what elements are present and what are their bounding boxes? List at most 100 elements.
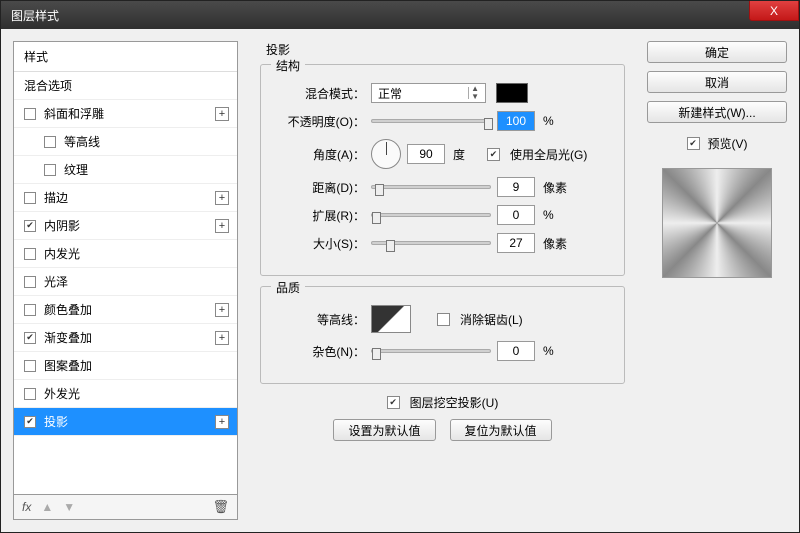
blend-mode-row: 混合模式： 正常 ▲▼ (275, 83, 610, 103)
style-list-column: 样式 混合选项 斜面和浮雕+等高线纹理描边+内阴影+内发光光泽颜色叠加+渐变叠加… (13, 41, 238, 520)
style-checkbox[interactable] (24, 108, 36, 120)
add-effect-icon[interactable]: + (215, 191, 229, 205)
fx-label[interactable]: fx (22, 500, 31, 514)
style-checkbox[interactable] (24, 360, 36, 372)
preview-swatch (662, 168, 772, 278)
preview-checkbox[interactable] (687, 137, 700, 150)
spread-slider[interactable] (371, 213, 491, 217)
action-column: 确定 取消 新建样式(W)... 预览(V) (647, 41, 787, 520)
style-item-label: 等高线 (64, 133, 100, 150)
size-input[interactable]: 27 (497, 233, 535, 253)
opacity-slider[interactable] (371, 119, 491, 123)
size-row: 大小(S)： 27 像素 (275, 233, 610, 253)
antialias-label: 消除锯齿(L) (460, 311, 523, 328)
style-checkbox[interactable] (24, 248, 36, 260)
style-item[interactable]: 等高线 (14, 128, 237, 156)
style-checkbox[interactable] (24, 304, 36, 316)
spread-input[interactable]: 0 (497, 205, 535, 225)
style-item-label: 光泽 (44, 273, 68, 290)
global-light-label: 使用全局光(G) (510, 146, 587, 163)
style-checkbox[interactable] (24, 332, 36, 344)
preview-toggle-row: 预览(V) (647, 135, 787, 152)
quality-legend: 品质 (271, 279, 305, 296)
noise-row: 杂色(N)： 0 % (275, 341, 610, 361)
opacity-label: 不透明度(O)： (275, 113, 365, 130)
opacity-unit: % (543, 114, 554, 128)
contour-picker[interactable] (371, 305, 411, 333)
angle-unit: 度 (453, 146, 465, 163)
global-light-checkbox[interactable] (487, 148, 500, 161)
blend-mode-select[interactable]: 正常 ▲▼ (371, 83, 486, 103)
antialias-checkbox[interactable] (437, 313, 450, 326)
knockout-checkbox[interactable] (387, 396, 400, 409)
distance-input[interactable]: 9 (497, 177, 535, 197)
style-item-label: 外发光 (44, 385, 80, 402)
arrow-up-icon[interactable]: ▲ (41, 500, 53, 514)
style-item-label: 颜色叠加 (44, 301, 92, 318)
style-item[interactable]: 内发光 (14, 240, 237, 268)
preview-label: 预览(V) (708, 135, 748, 152)
style-checkbox[interactable] (24, 192, 36, 204)
style-item-label: 内发光 (44, 245, 80, 262)
new-style-button[interactable]: 新建样式(W)... (647, 101, 787, 123)
style-item[interactable]: 内阴影 + (14, 212, 237, 240)
style-item[interactable]: 渐变叠加+ (14, 324, 237, 352)
shadow-color-swatch[interactable] (496, 83, 528, 103)
style-item[interactable]: 图案叠加 (14, 352, 237, 380)
blend-mode-value: 正常 (378, 85, 402, 102)
add-effect-icon[interactable]: + (215, 107, 229, 121)
titlebar[interactable]: 图层样式 X (1, 1, 799, 29)
spread-unit: % (543, 208, 554, 222)
style-item[interactable]: 颜色叠加 + (14, 296, 237, 324)
style-item[interactable]: 光泽 (14, 268, 237, 296)
noise-slider[interactable] (371, 349, 491, 353)
style-item-label: 斜面和浮雕 (44, 105, 104, 122)
blend-mode-label: 混合模式： (275, 85, 365, 102)
structure-group: 结构 混合模式： 正常 ▲▼ 不透明度(O)： 100 % 角度(A (260, 64, 625, 276)
add-effect-icon[interactable]: + (215, 219, 229, 233)
style-item[interactable]: 投影 + (14, 408, 237, 436)
distance-label: 距离(D)： (275, 179, 365, 196)
settings-column: 投影 结构 混合模式： 正常 ▲▼ 不透明度(O)： 100 % (250, 41, 635, 520)
arrow-down-icon[interactable]: ▼ (63, 500, 75, 514)
opacity-input[interactable]: 100 (497, 111, 535, 131)
style-item[interactable]: 描边+ (14, 184, 237, 212)
trash-icon[interactable]: 🗑 (212, 499, 229, 515)
distance-slider[interactable] (371, 185, 491, 189)
close-icon: X (770, 4, 778, 18)
style-item-label: 图案叠加 (44, 357, 92, 374)
style-item-label: 内阴影 (44, 217, 80, 234)
style-checkbox[interactable] (24, 220, 36, 232)
add-effect-icon[interactable]: + (215, 303, 229, 317)
add-effect-icon[interactable]: + (215, 415, 229, 429)
add-effect-icon[interactable]: + (215, 331, 229, 345)
reset-default-button[interactable]: 复位为默认值 (450, 419, 552, 441)
style-item-label: 投影 (44, 413, 68, 430)
ok-button[interactable]: 确定 (647, 41, 787, 63)
style-checkbox[interactable] (24, 388, 36, 400)
angle-dial[interactable] (371, 139, 401, 169)
style-list: 样式 混合选项 斜面和浮雕+等高线纹理描边+内阴影+内发光光泽颜色叠加+渐变叠加… (13, 41, 238, 494)
style-checkbox[interactable] (44, 136, 56, 148)
size-slider[interactable] (371, 241, 491, 245)
style-list-header[interactable]: 样式 (14, 42, 237, 72)
size-label: 大小(S)： (275, 235, 365, 252)
layer-style-dialog: 图层样式 X 样式 混合选项 斜面和浮雕 + 等高线纹理描边+ 内阴影 + 内发光光泽颜色… (0, 0, 800, 533)
panel-title: 投影 (260, 41, 625, 58)
close-button[interactable]: X (749, 1, 799, 21)
style-checkbox[interactable] (24, 416, 36, 428)
style-item[interactable]: 纹理 (14, 156, 237, 184)
style-checkbox[interactable] (44, 164, 56, 176)
noise-input[interactable]: 0 (497, 341, 535, 361)
style-list-footer: fx ▲ ▼ 🗑 (13, 494, 238, 520)
blend-options-item[interactable]: 混合选项 (14, 72, 237, 100)
knockout-label: 图层挖空投影(U) (410, 394, 499, 411)
style-checkbox[interactable] (24, 276, 36, 288)
make-default-button[interactable]: 设置为默认值 (333, 419, 435, 441)
style-item[interactable]: 外发光 (14, 380, 237, 408)
angle-input[interactable]: 90 (407, 144, 445, 164)
cancel-button[interactable]: 取消 (647, 71, 787, 93)
style-item[interactable]: 斜面和浮雕 + (14, 100, 237, 128)
dialog-content: 样式 混合选项 斜面和浮雕+等高线纹理描边+内阴影+内发光光泽颜色叠加+渐变叠加… (1, 29, 799, 532)
structure-legend: 结构 (271, 57, 305, 74)
